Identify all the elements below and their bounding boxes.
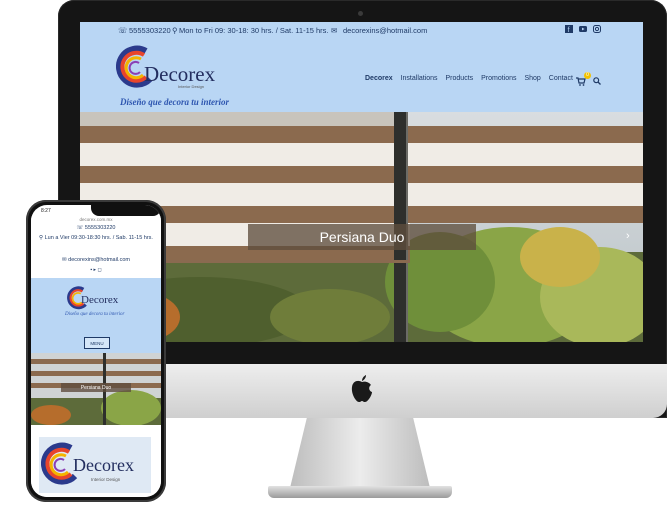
youtube-icon[interactable]: ▸: [94, 267, 97, 273]
mobile-hours-text: Lun a Vier 09:30-18:30 hrs. / Sab. 11-15…: [44, 235, 153, 241]
mail-icon: ✉: [331, 26, 338, 35]
nav-item-decorex[interactable]: Decorex: [365, 75, 393, 82]
nav-item-products[interactable]: Products: [446, 75, 474, 82]
mobile-email-text: decorexins@hotmail.com: [68, 257, 130, 263]
imac-foot: [268, 486, 452, 498]
footer-logo-tag: Interior Design: [91, 477, 121, 482]
topbar-phone[interactable]: 5555303220: [129, 26, 171, 35]
hero-caption: Persiana Duo: [248, 224, 476, 250]
mobile-screen: 8:27 ▮▮ ◠ ▭ decorex.com.mx ☏ 5555303220 …: [31, 205, 161, 497]
cart-count-badge: 0: [584, 72, 591, 79]
youtube-icon[interactable]: [579, 25, 587, 35]
location-icon: ⚲: [172, 26, 178, 35]
nav-item-contact[interactable]: Contact: [549, 75, 573, 82]
instagram-icon[interactable]: ◻: [97, 267, 101, 273]
svg-text:f: f: [568, 27, 570, 33]
camera-icon: [358, 11, 363, 16]
nav-item-installations[interactable]: Installations: [401, 75, 438, 82]
apple-logo-icon: [351, 375, 372, 402]
facebook-icon[interactable]: f: [565, 25, 573, 35]
phone-notch: [91, 205, 161, 216]
logo-slogan: Diseño que decora tu interior: [120, 97, 230, 107]
mobile-logo-name: Decorex: [81, 294, 119, 306]
mobile-phone[interactable]: ☏ 5555303220: [37, 225, 155, 231]
topbar-email[interactable]: decorexins@hotmail.com: [343, 26, 427, 35]
url-bar[interactable]: decorex.com.mx: [37, 217, 155, 222]
nav-item-promotions[interactable]: Promotions: [481, 75, 516, 82]
topbar-hours: Mon to Fri 09: 30-18: 30 hrs. / Sat. 11-…: [179, 26, 329, 35]
facebook-icon[interactable]: ▪: [90, 267, 92, 273]
mobile-phone-number: 5555303220: [84, 225, 116, 231]
topbar: ☏ 5555303220 ⚲ Mon to Fri 09: 30-18: 30 …: [80, 22, 643, 41]
menu-button[interactable]: MENU: [84, 337, 110, 349]
search-icon[interactable]: [593, 77, 601, 85]
mobile-hours: ⚲ Lun a Vier 09:30-18:30 hrs. / Sab. 11-…: [37, 234, 155, 243]
mobile-contact-block: decorex.com.mx ☏ 5555303220 ⚲ Lun a Vier…: [31, 216, 161, 278]
status-time: 8:27: [41, 208, 51, 214]
imac-stand: [290, 418, 430, 488]
logo-tag: Interior Design: [178, 84, 205, 89]
slider-next-icon[interactable]: ›: [626, 230, 630, 242]
phone-icon: ☏: [118, 26, 128, 35]
footer-logo-name: Decorex: [73, 455, 134, 475]
mobile-social-icons: ▪ ▸ ◻: [37, 267, 155, 273]
mobile-hero-caption: Persiana Duo: [61, 383, 131, 392]
phone-icon: ☏: [76, 225, 85, 231]
instagram-icon[interactable]: [593, 25, 601, 35]
mobile-logo-slogan: Diseño que decora tu interior: [65, 312, 125, 317]
mobile-email[interactable]: ✉ decorexins@hotmail.com: [37, 257, 155, 263]
nav-item-shop[interactable]: Shop: [524, 75, 540, 82]
main-nav: Decorex Installations Products Promotion…: [365, 75, 579, 89]
